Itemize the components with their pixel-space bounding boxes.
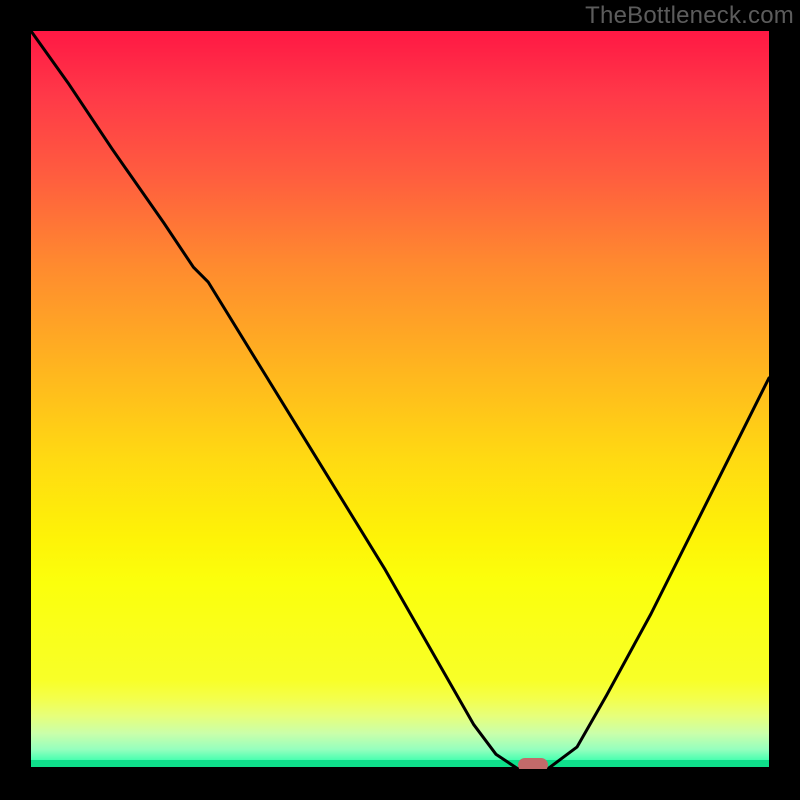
bottleneck-curve: [31, 31, 769, 769]
chart-frame: TheBottleneck.com: [0, 0, 800, 800]
attribution-label: TheBottleneck.com: [585, 2, 794, 30]
plot-area: [31, 31, 769, 769]
curve-svg: [31, 31, 769, 769]
optimal-marker: [518, 758, 548, 769]
